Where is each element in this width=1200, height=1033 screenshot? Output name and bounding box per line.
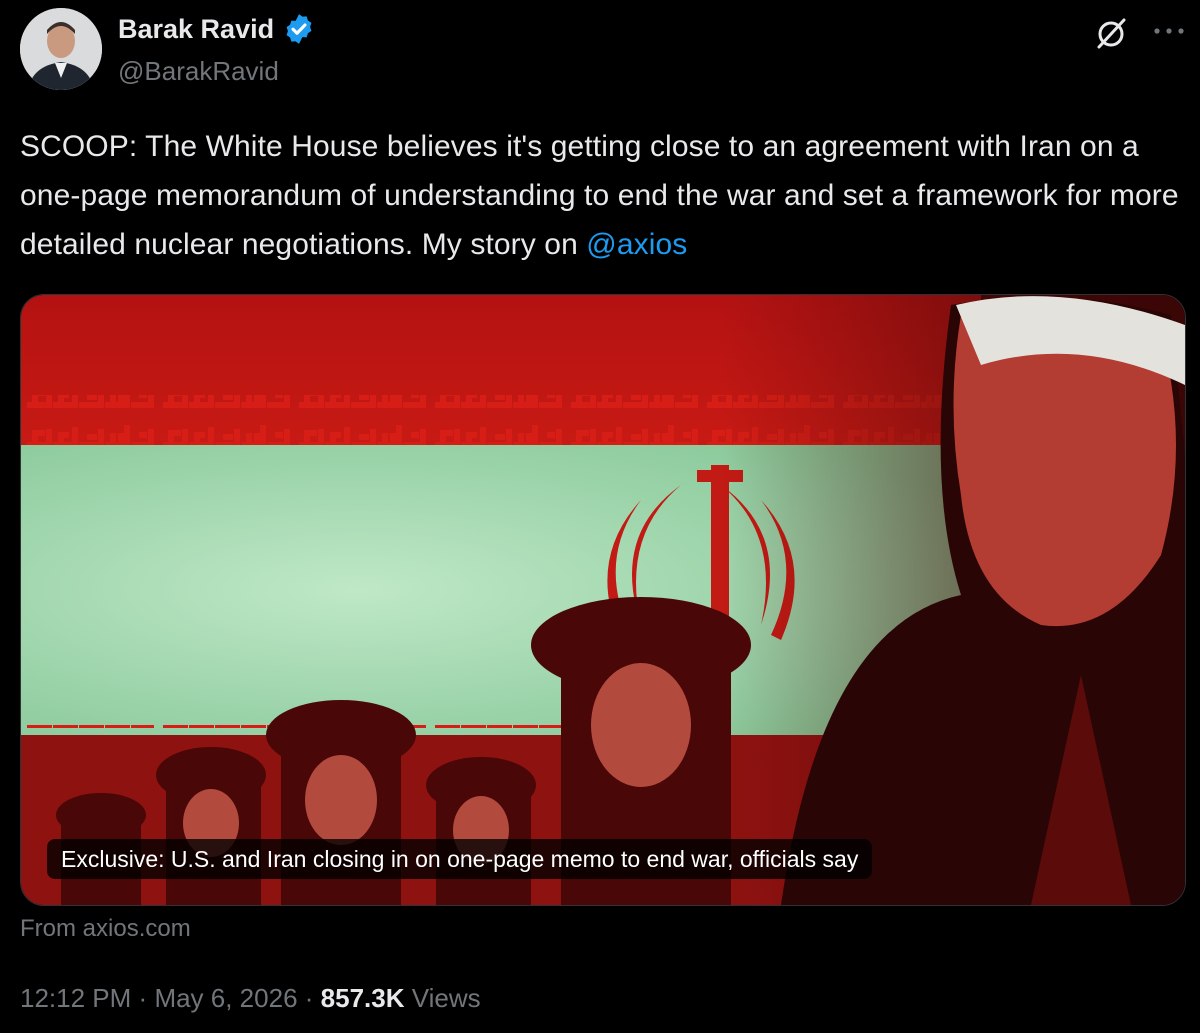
author-display-name[interactable]: Barak Ravid xyxy=(118,14,274,45)
more-options-icon[interactable] xyxy=(1152,26,1186,36)
author-name-row: Barak Ravid xyxy=(118,12,316,46)
views-label: Views xyxy=(411,983,481,1013)
meta-separator: · xyxy=(138,983,148,1013)
meta-separator: · xyxy=(304,983,314,1013)
link-card-image xyxy=(21,295,1185,905)
author-handle[interactable]: @BarakRavid xyxy=(118,56,279,87)
tweet-meta: 12:12 PM · May 6, 2026 · 857.3K Views xyxy=(20,983,481,1014)
verified-badge-icon xyxy=(286,14,312,44)
link-card-caption: Exclusive: U.S. and Iran closing in on o… xyxy=(47,839,873,879)
link-source[interactable]: From axios.com xyxy=(20,915,191,943)
tweet-time[interactable]: 12:12 PM xyxy=(20,983,131,1013)
link-card[interactable]: Exclusive: U.S. and Iran closing in on o… xyxy=(20,294,1186,906)
views-count[interactable]: 857.3K xyxy=(321,983,405,1013)
tweet-date[interactable]: May 6, 2026 xyxy=(154,983,297,1013)
avatar[interactable] xyxy=(20,8,102,90)
mention-link[interactable]: @axios xyxy=(586,228,687,261)
profile-photo xyxy=(20,8,102,90)
grok-icon[interactable] xyxy=(1094,16,1128,50)
tweet-text: SCOOP: The White House believes it's get… xyxy=(20,122,1190,269)
